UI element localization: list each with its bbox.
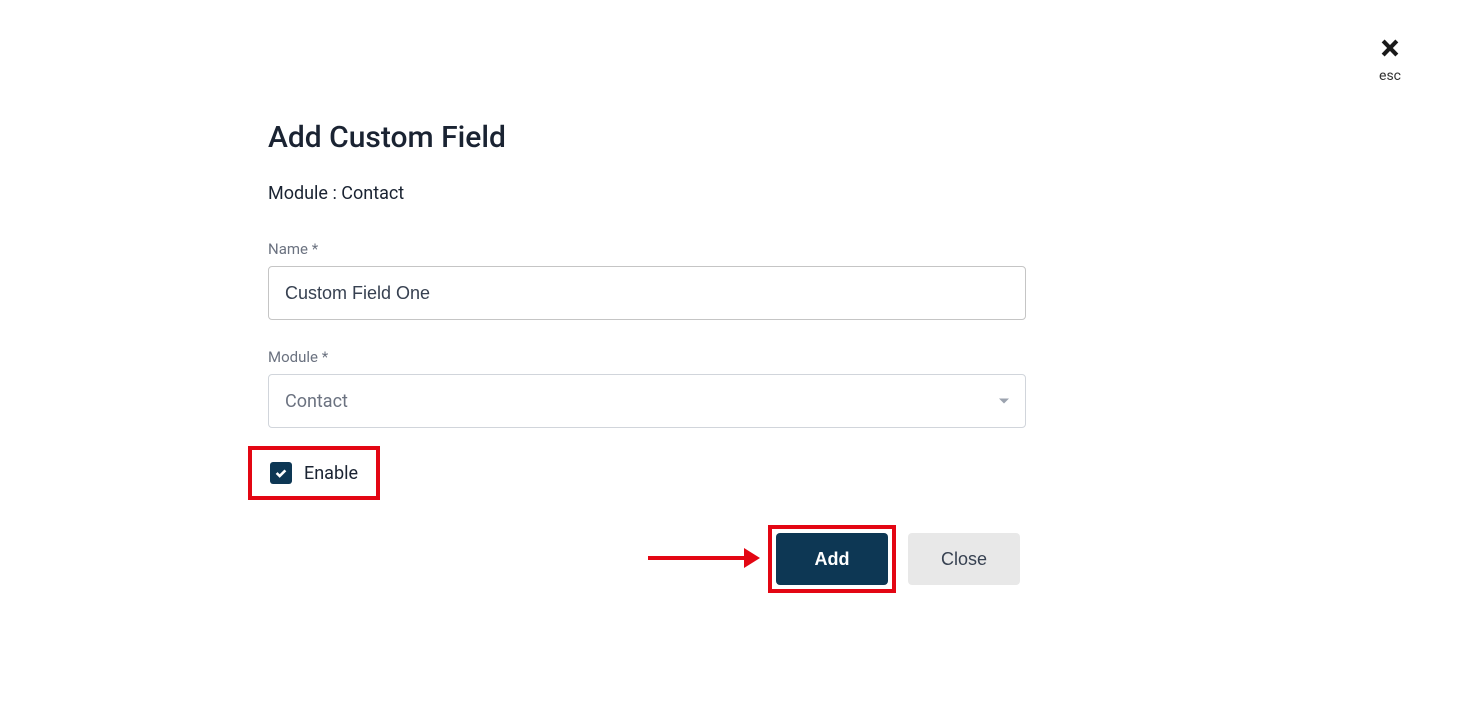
module-select[interactable]: Contact: [268, 374, 1026, 428]
name-input[interactable]: [268, 266, 1026, 320]
module-selected-value: Contact: [285, 391, 348, 412]
module-field-group: Module * Contact: [268, 348, 1026, 428]
add-button[interactable]: Add: [776, 533, 888, 585]
module-label: Module *: [268, 348, 1026, 366]
checkmark-icon: [274, 466, 288, 480]
close-button[interactable]: Close: [908, 533, 1020, 585]
add-button-highlight: Add: [768, 525, 896, 593]
button-row: Add Close: [768, 525, 1020, 593]
close-modal-button[interactable]: × esc: [1379, 30, 1401, 84]
close-icon: ×: [1380, 30, 1399, 66]
name-field-group: Name *: [268, 240, 1026, 320]
name-label: Name *: [268, 240, 1026, 258]
module-info: Module : Contact: [268, 183, 1026, 204]
arrow-line: [648, 556, 744, 560]
chevron-down-icon: [999, 399, 1009, 404]
modal-title: Add Custom Field: [268, 120, 1026, 155]
arrow-annotation: [648, 548, 760, 568]
close-esc-label: esc: [1379, 68, 1401, 84]
modal-content: Add Custom Field Module : Contact Name *…: [268, 120, 1026, 456]
enable-label: Enable: [304, 463, 358, 484]
arrow-right-icon: [744, 548, 760, 568]
enable-checkbox[interactable]: [270, 462, 292, 484]
enable-checkbox-highlight: Enable: [248, 446, 380, 500]
